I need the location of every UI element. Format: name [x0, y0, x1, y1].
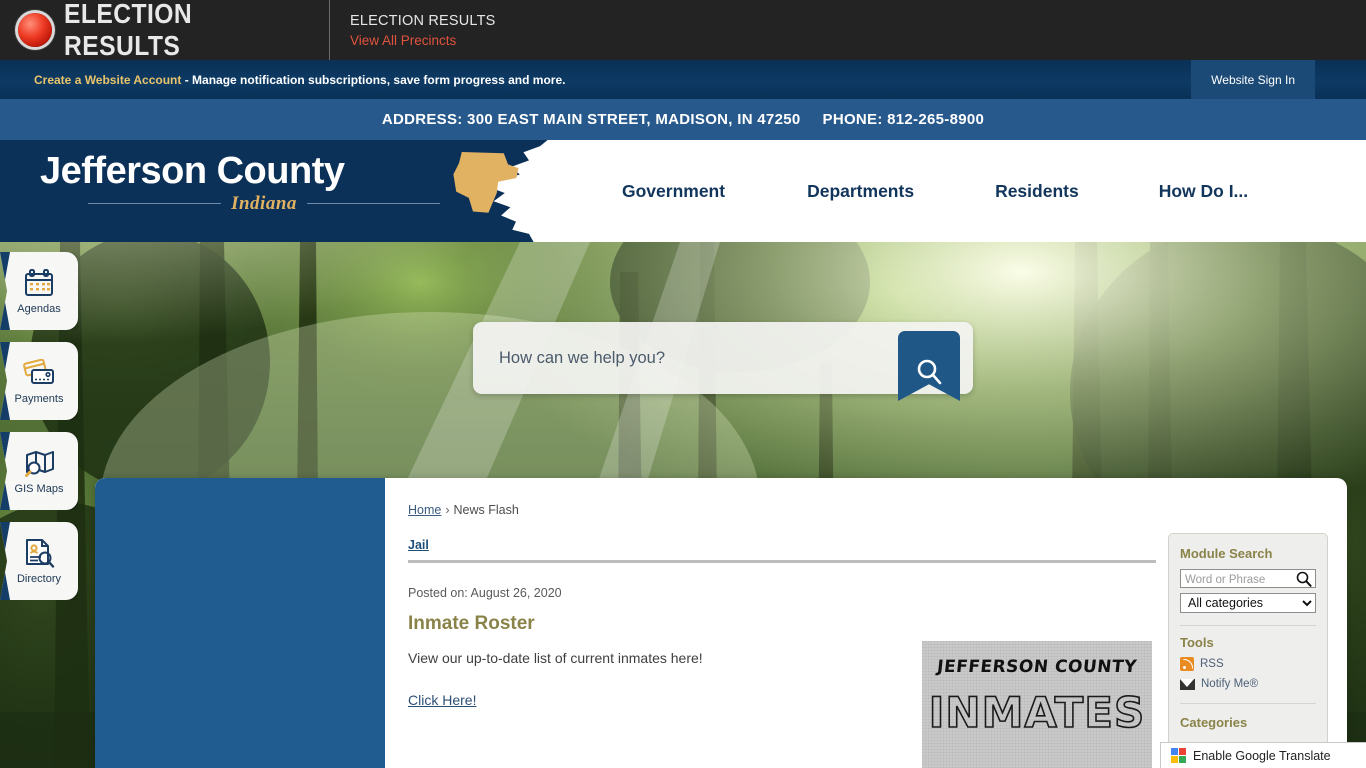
county-name: Jefferson County	[40, 150, 345, 192]
module-category-select[interactable]: All categories	[1180, 593, 1316, 613]
google-translate-bar[interactable]: Enable Google Translate	[1160, 742, 1366, 768]
view-all-precincts-link[interactable]: View All Precincts	[350, 33, 496, 48]
credit-card-icon	[22, 357, 56, 389]
create-account-link[interactable]: Create a Website Account	[34, 73, 181, 87]
quicklink-label: Payments	[14, 393, 64, 405]
state-row: Indiana	[40, 193, 440, 215]
tool-label: Notify Me®	[1201, 678, 1259, 690]
state-name: Indiana	[231, 192, 297, 214]
website-sign-in-button[interactable]: Website Sign In	[1191, 60, 1315, 99]
content-divider	[408, 560, 1156, 563]
account-message: Create a Website Account - Manage notifi…	[0, 73, 565, 87]
module-rule-1	[1180, 625, 1316, 626]
department-link[interactable]: Jail	[408, 538, 429, 552]
election-info: ELECTION RESULTS View All Precincts	[330, 0, 496, 60]
nav-item-how-do-i[interactable]: How Do I...	[1159, 173, 1248, 210]
inmate-image-line1: JEFFERSON COUNTY	[936, 657, 1138, 677]
quicklink-directory[interactable]: Directory	[0, 522, 78, 600]
tools-heading: Tools	[1180, 635, 1214, 650]
breadcrumb: Home › News Flash	[408, 503, 1163, 517]
nav-item-residents[interactable]: Residents	[995, 173, 1079, 210]
breadcrumb-home-link[interactable]: Home	[408, 503, 441, 517]
module-search-icon[interactable]	[1296, 571, 1312, 592]
address-phone-line: ADDRESS: 300 EAST MAIN STREET, MADISON, …	[382, 111, 984, 128]
logo-rule-left	[88, 203, 222, 205]
nav-item-government[interactable]: Government	[622, 173, 725, 210]
content-card: Home › News Flash Jail Posted on: August 2…	[95, 478, 1347, 768]
posted-date: Posted on: August 26, 2020	[408, 586, 562, 600]
tool-label: RSS	[1200, 658, 1224, 670]
phone-text: PHONE: 812-265-8900	[822, 111, 985, 128]
quicklink-label: Agendas	[17, 303, 61, 315]
quicklinks-sidebar: Agendas Payments GIS Maps Directory	[0, 252, 80, 612]
content-left-panel	[95, 478, 385, 768]
map-search-icon	[22, 447, 56, 479]
logo-rule-right	[306, 203, 440, 205]
address-text: ADDRESS: 300 EAST MAIN STREET, MADISON, …	[381, 111, 801, 128]
quicklink-gis-maps[interactable]: GIS Maps	[0, 432, 78, 510]
google-translate-icon	[1171, 748, 1186, 763]
module-search-input[interactable]	[1181, 571, 1291, 589]
breadcrumb-current: News Flash	[453, 503, 519, 517]
election-heading: ELECTION RESULTS	[350, 12, 496, 29]
breadcrumb-separator: ›	[445, 503, 450, 517]
election-brand[interactable]: ELECTION RESULTS	[0, 0, 330, 61]
quicklink-agendas[interactable]: Agendas	[0, 252, 78, 330]
address-bar: ADDRESS: 300 EAST MAIN STREET, MADISON, …	[0, 99, 1366, 140]
translate-label: Enable Google Translate	[1193, 748, 1331, 763]
election-brand-title: ELECTION RESULTS	[64, 0, 193, 61]
rss-icon	[1180, 657, 1194, 671]
site-logo[interactable]: Jefferson County Indiana	[40, 150, 440, 215]
account-message-text: - Manage notification subscriptions, sav…	[181, 72, 566, 87]
site-search	[473, 322, 973, 401]
quicklink-label: Directory	[16, 573, 61, 585]
nav-item-departments[interactable]: Departments	[807, 173, 914, 210]
quicklink-payments[interactable]: Payments	[0, 342, 78, 420]
main-navigation: Government Departments Residents How Do …	[600, 140, 1366, 242]
search-icon	[917, 359, 942, 385]
red-circle-icon	[18, 13, 52, 47]
inmate-roster-image: JEFFERSON COUNTY INMATES	[922, 641, 1152, 768]
tool-notify-me[interactable]: Notify Me®	[1180, 678, 1316, 690]
election-results-bar: ELECTION RESULTS ELECTION RESULTS View A…	[0, 0, 1366, 61]
page-root: ELECTION RESULTS ELECTION RESULTS View A…	[0, 0, 1366, 768]
envelope-icon	[1180, 678, 1195, 690]
account-bar: Create a Website Account - Manage notifi…	[0, 60, 1366, 99]
calendar-icon	[22, 267, 56, 299]
news-title: Inmate Roster	[408, 613, 535, 634]
document-person-search-icon	[22, 537, 56, 569]
categories-heading: Categories	[1180, 715, 1248, 730]
quicklink-label: GIS Maps	[14, 483, 64, 495]
tool-rss[interactable]: RSS	[1180, 657, 1316, 671]
module-rule-2	[1180, 703, 1316, 704]
inmate-image-line2: INMATES	[928, 687, 1146, 738]
module-search-row	[1180, 569, 1316, 589]
module-sidebar: Module Search All categories Tools RSS N…	[1168, 533, 1328, 768]
click-here-link[interactable]: Click Here!	[408, 692, 476, 708]
module-search-heading: Module Search	[1180, 546, 1273, 561]
